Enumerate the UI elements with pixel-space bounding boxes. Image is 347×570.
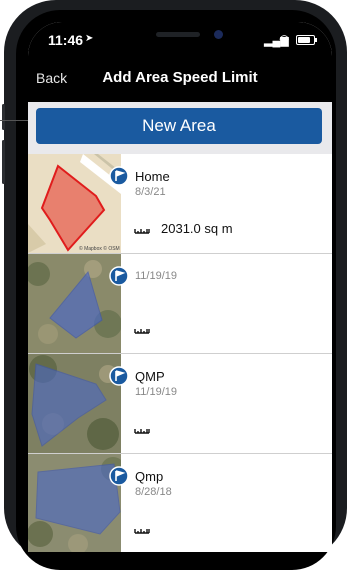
camera-dot: [214, 30, 223, 39]
area-name: Home: [135, 169, 170, 184]
area-date: 11/19/19: [135, 270, 178, 282]
list-item[interactable]: QMP 11/19/19: [28, 354, 332, 454]
new-area-button[interactable]: New Area: [36, 108, 322, 144]
ruler-icon: [134, 429, 150, 434]
ruler-icon: [134, 329, 150, 334]
area-list: © Mapbox © OSM Home 8/3/21 2031.0 sq m 1…: [28, 154, 332, 552]
area-name: Qmp: [135, 469, 164, 484]
nav-bar: Back Add Area Speed Limit: [28, 62, 332, 102]
area-date: 8/28/18: [135, 486, 172, 498]
status-time: 11:46: [48, 32, 84, 48]
battery-icon: [296, 35, 317, 45]
ruler-icon: [134, 529, 150, 534]
status-bar: 11:46 ➤ ▂▄▆ ◠: [28, 22, 332, 62]
map-thumbnail: © Mapbox © OSM: [28, 154, 121, 253]
screen: 11:46 ➤ ▂▄▆ ◠ Back Add Area Speed Limit …: [28, 22, 332, 552]
speaker-grille: [156, 32, 200, 37]
map-pin-icon: [109, 466, 129, 486]
area-date: 8/3/21: [135, 186, 166, 198]
volume-button: [2, 140, 5, 184]
list-item[interactable]: © Mapbox © OSM Home 8/3/21 2031.0 sq m: [28, 154, 332, 254]
ruler-icon: [134, 229, 150, 234]
area-size: 2031.0 sq m: [161, 221, 233, 236]
map-pin-icon: [109, 166, 129, 186]
location-arrow-icon: ➤: [85, 33, 94, 44]
map-thumbnail: [28, 454, 121, 552]
page-title: Add Area Speed Limit: [102, 69, 258, 86]
toolbar: New Area: [28, 102, 332, 154]
map-thumbnail: [28, 354, 121, 453]
map-pin-icon: [109, 366, 129, 386]
list-item[interactable]: 11/19/19: [28, 254, 332, 354]
map-pin-icon: [109, 266, 129, 286]
wifi-icon: ◠: [279, 32, 290, 46]
notch: [98, 22, 258, 50]
map-thumbnail: [28, 254, 121, 353]
area-name: QMP: [135, 369, 165, 384]
area-date: 11/19/19: [135, 386, 178, 398]
mute-switch: [2, 104, 5, 130]
list-item[interactable]: Qmp 8/28/18: [28, 454, 332, 552]
map-attribution: © Mapbox © OSM: [79, 246, 120, 252]
